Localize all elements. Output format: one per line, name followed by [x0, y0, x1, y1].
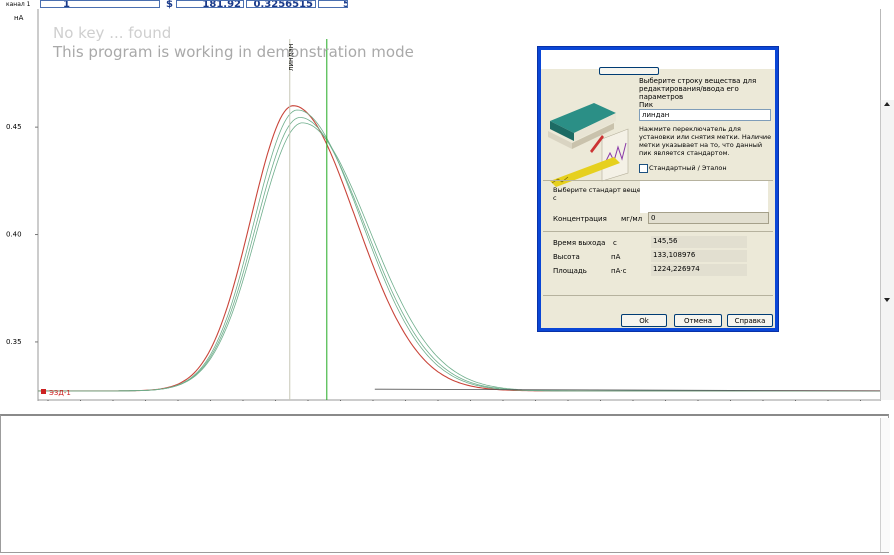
y-tick-label: 0.35: [6, 338, 22, 346]
toolbar: канал 1 1 $ 181,92 0,3256515 5: [0, 0, 894, 10]
time-cell[interactable]: 181,92: [176, 0, 244, 8]
scroll-down-icon[interactable]: [884, 298, 890, 302]
substance-field[interactable]: линдан: [639, 109, 771, 121]
books-icon: [548, 103, 629, 187]
separator: [543, 231, 773, 232]
rt-value: 145,56: [651, 236, 747, 248]
y-axis-unit: нА: [14, 14, 24, 22]
conc-unit: мг/мл: [621, 215, 643, 223]
height-unit: пА: [611, 253, 621, 261]
watermark-key: No key ... found: [53, 24, 172, 42]
y-tick-label: 0.45: [6, 123, 22, 131]
standard-checkbox-label: Стандартный / Эталон: [649, 164, 727, 172]
substance-label: Пик: [639, 101, 654, 109]
conc-field[interactable]: 0: [648, 212, 769, 224]
standard-selector[interactable]: [640, 181, 768, 213]
area-unit: пА·с: [611, 267, 627, 275]
area-value: 1224,226974: [651, 264, 747, 276]
conc-label: Концентрация: [553, 215, 607, 223]
separator: [543, 295, 773, 296]
dollar-icon: $: [166, 0, 173, 10]
area-label: Площадь: [553, 267, 587, 275]
channel-label: канал 1: [6, 1, 31, 8]
rt-unit: с: [613, 239, 617, 247]
channel-selector[interactable]: 1: [40, 0, 160, 8]
vertical-scrollbar[interactable]: [880, 100, 894, 400]
peak-dialog: Выберите строку вещества для редактирова…: [537, 46, 779, 332]
watermark-demo: This program is working in demonstration…: [53, 43, 414, 61]
legend-swatch: [41, 389, 46, 394]
extra-cell[interactable]: 5: [318, 0, 348, 8]
help-button[interactable]: Справка: [727, 314, 773, 327]
choose-suffix: с: [553, 194, 557, 202]
select-button[interactable]: [599, 67, 659, 75]
ok-button[interactable]: Ok: [621, 314, 667, 327]
results-panel[interactable]: [0, 414, 889, 553]
scroll-up-icon[interactable]: [884, 102, 890, 106]
rt-label: Время выхода: [553, 239, 606, 247]
height-label: Высота: [553, 253, 580, 261]
legend-label: ЭЗД-1: [49, 389, 71, 397]
value-cell[interactable]: 0,3256515: [246, 0, 316, 8]
y-tick-label: 0.40: [6, 231, 22, 239]
extra-cell-value: 5: [343, 1, 347, 7]
height-value: 133,108976: [651, 250, 747, 262]
hint-text: Нажмите переключатель для установки или …: [639, 125, 772, 157]
dialog-body: Выберите строку вещества для редактирова…: [541, 67, 775, 328]
cancel-button[interactable]: Отмена: [674, 314, 722, 327]
standard-checkbox[interactable]: [639, 164, 648, 173]
channel-value: 1: [63, 0, 70, 8]
dialog-titlebar[interactable]: [541, 50, 775, 69]
results-scrollbar[interactable]: [880, 418, 890, 552]
instruction-text: Выберите строку вещества для редактирова…: [639, 77, 757, 101]
